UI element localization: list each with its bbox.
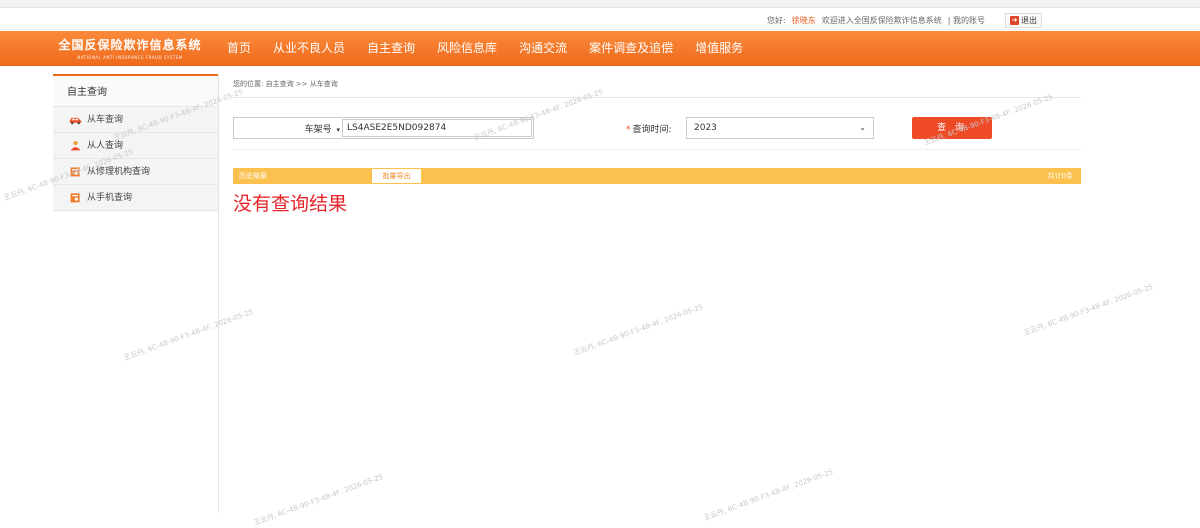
watermark: 王云丹, 6C-4B-90-F3-4B-4F, 2026-05-25 <box>702 467 835 523</box>
watermark: 王云丹, 6C-4B-90-F3-4B-4F, 2026-05-25 <box>252 472 385 528</box>
watermark: 王云丹, 6C-4B-90-F3-4B-4F, 2026-05-25 <box>572 302 705 358</box>
required-star-icon: * <box>626 125 631 135</box>
sidebar: 自主查询 从车查询 从人查询 从修理机构查询 从手机查询 <box>53 74 219 513</box>
nav-item-value-added[interactable]: 增值服务 <box>684 31 754 66</box>
breadcrumb: 您的位置: 自主查询 >> 从车查询 <box>233 74 1081 98</box>
username-link[interactable]: 徐晓东 <box>792 15 816 26</box>
phone-icon <box>70 193 80 203</box>
sidebar-item-person-query[interactable]: 从人查询 <box>53 133 218 159</box>
empty-result-message: 没有查询结果 <box>233 193 348 215</box>
sidebar-title: 自主查询 <box>53 74 218 107</box>
nav-item-bad-practitioners[interactable]: 从业不良人员 <box>262 31 356 66</box>
query-time-select[interactable]: 2023 ⌄ <box>686 117 874 139</box>
total-count: 共计0条 <box>1047 172 1073 180</box>
nav-item-case-investigation[interactable]: 案件调查及追偿 <box>578 31 684 66</box>
main-content: 您的位置: 自主查询 >> 从车查询 车架号 ▾ LS4ASE2E5ND0928… <box>233 74 1081 215</box>
sidebar-item-vehicle-query[interactable]: 从车查询 <box>53 107 218 133</box>
sidebar-item-label: 从修理机构查询 <box>87 166 151 177</box>
query-field-value: 车架号 <box>304 124 332 135</box>
nav-item-communication[interactable]: 沟通交流 <box>508 31 578 66</box>
sidebar-item-label: 从人查询 <box>87 140 124 151</box>
top-user-bar: 您好: 徐晓东 欢迎进入全国反保险欺诈信息系统 | 我的账号 ➜ 退出 <box>0 8 1200 30</box>
nav-item-self-query[interactable]: 自主查询 <box>356 31 426 66</box>
chevron-down-icon: ⌄ <box>859 123 866 132</box>
sidebar-item-label: 从车查询 <box>87 114 124 125</box>
watermark: 王云丹, 6C-4B-90-F3-4B-4F, 2026-05-25 <box>1022 282 1155 338</box>
batch-export-button[interactable]: 批量导出 <box>372 169 421 183</box>
nav-item-home[interactable]: 首页 <box>216 31 262 66</box>
logout-icon: ➜ <box>1010 16 1019 25</box>
logo-name-cn: 全国反保险欺诈信息系统 <box>58 38 202 52</box>
main-navbar: 全国反保险欺诈信息系统 NATIONAL ANTI INSURANCE FRAU… <box>0 31 1200 66</box>
vin-input[interactable]: LS4ASE2E5ND092874 <box>342 119 532 137</box>
query-time-label: * 查询时间: <box>626 122 672 135</box>
query-time-text: 查询时间: <box>632 125 672 135</box>
query-box: 车架号 ▾ LS4ASE2E5ND092874 <box>233 117 534 139</box>
bookmarks-bar <box>0 0 1200 8</box>
sidebar-item-label: 从手机查询 <box>87 192 133 203</box>
history-claims-label: 历史赔案 <box>239 172 267 180</box>
results-header-bar: 历史赔案 批量导出 共计0条 <box>233 168 1081 184</box>
car-icon <box>69 117 82 125</box>
query-row: 车架号 ▾ LS4ASE2E5ND092874 * 查询时间: 2023 ⌄ 查 … <box>233 117 1081 139</box>
repair-shop-icon <box>70 167 80 177</box>
site-logo[interactable]: 全国反保险欺诈信息系统 NATIONAL ANTI INSURANCE FRAU… <box>50 36 210 60</box>
sidebar-item-phone-query[interactable]: 从手机查询 <box>53 185 218 211</box>
query-field-select[interactable]: 车架号 ▾ <box>234 122 342 135</box>
person-icon <box>70 140 81 151</box>
logo-name-en: NATIONAL ANTI INSURANCE FRAUD SYSTEM <box>77 55 183 60</box>
my-account-link[interactable]: | 我的账号 <box>948 15 985 26</box>
query-button[interactable]: 查 询 <box>912 117 992 139</box>
welcome-text: 欢迎进入全国反保险欺诈信息系统 <box>821 16 942 25</box>
logout-button[interactable]: ➜ 退出 <box>1005 13 1042 28</box>
sidebar-item-repair-shop-query[interactable]: 从修理机构查询 <box>53 159 218 185</box>
chevron-down-icon: ▾ <box>336 125 340 134</box>
greeting-label: 您好: <box>767 16 786 25</box>
divider <box>233 149 1081 150</box>
nav-item-risk-db[interactable]: 风险信息库 <box>426 31 508 66</box>
logout-label: 退出 <box>1021 16 1037 25</box>
nav-menu: 首页 从业不良人员 自主查询 风险信息库 沟通交流 案件调查及追偿 增值服务 <box>216 31 754 66</box>
query-time-value: 2023 <box>694 123 717 133</box>
